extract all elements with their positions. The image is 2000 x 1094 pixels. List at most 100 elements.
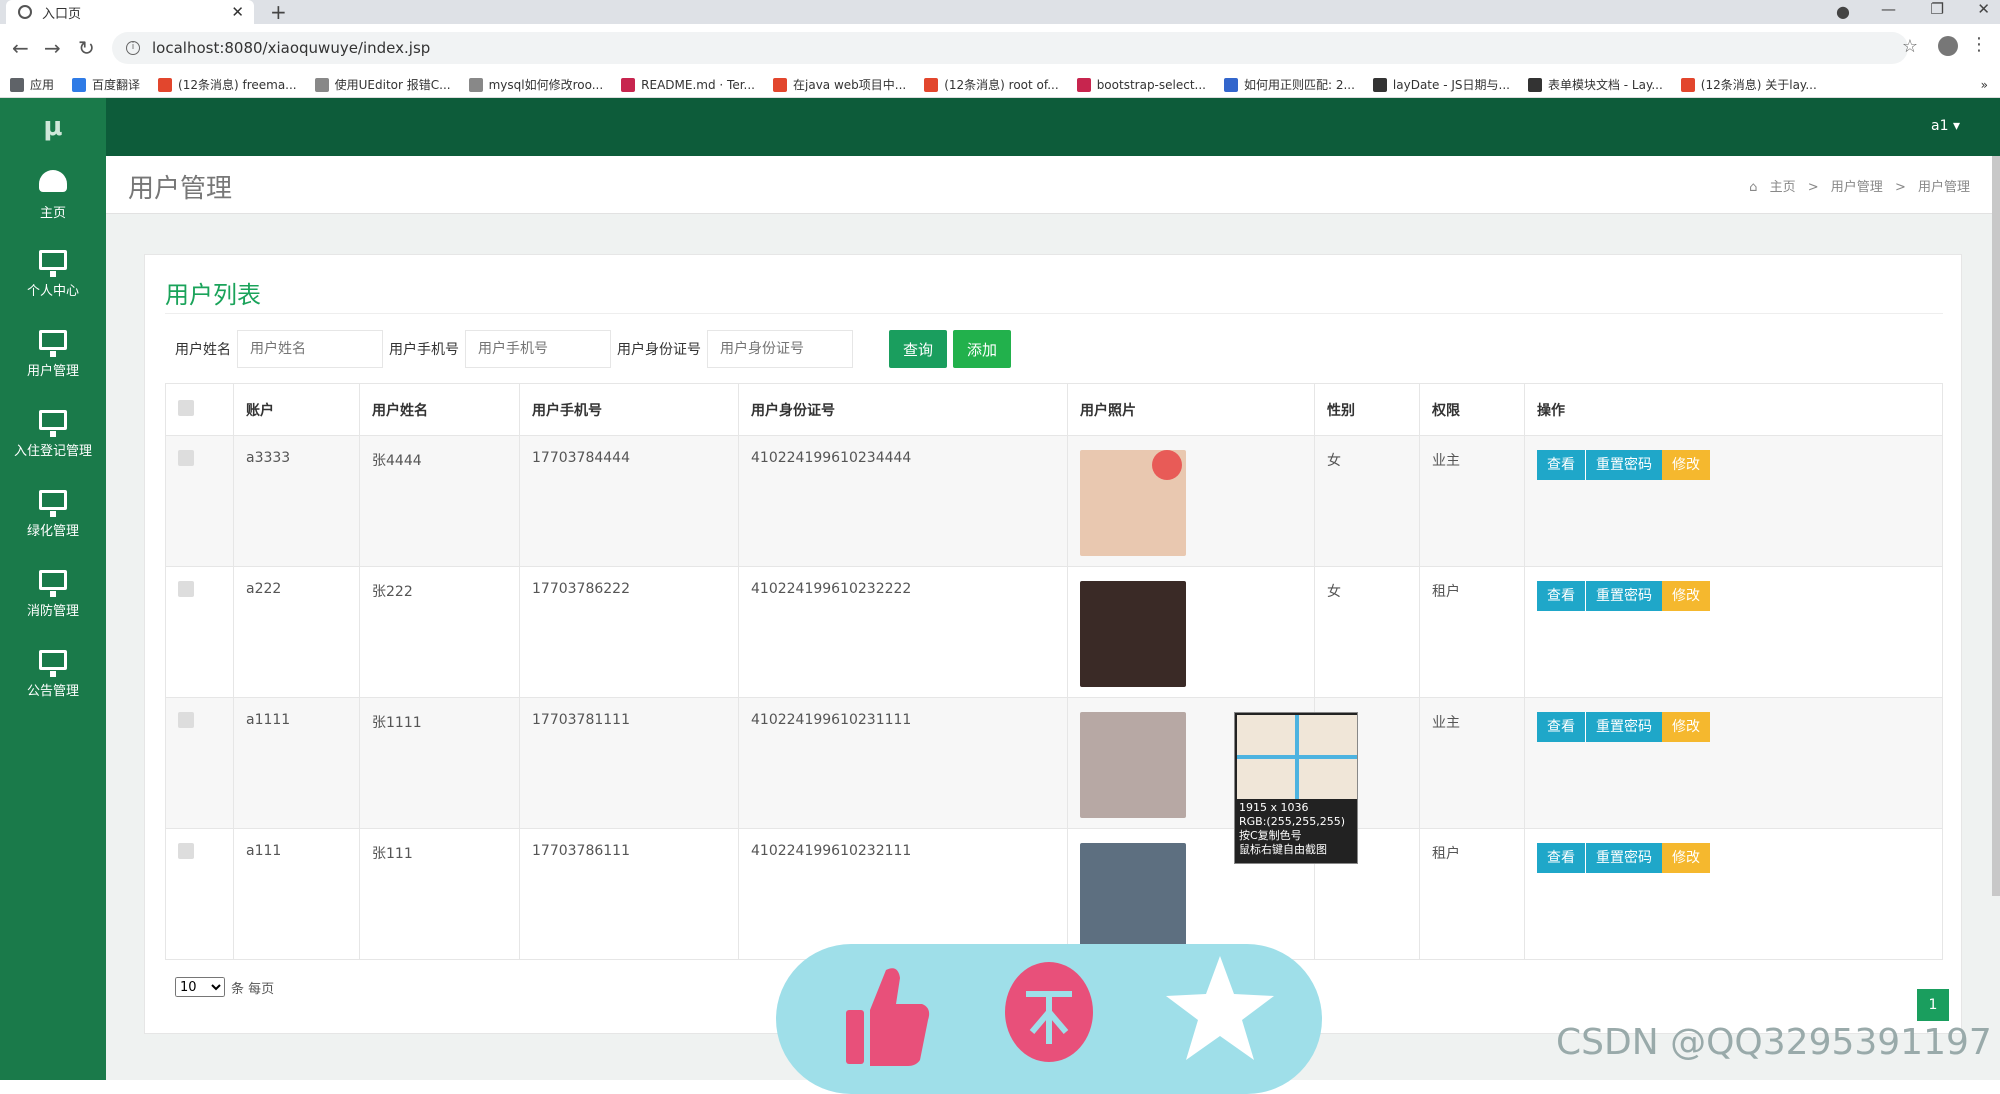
cursor-highlight — [1152, 450, 1182, 480]
sidebar-item[interactable]: 公告管理 — [0, 636, 106, 716]
phone-search-input[interactable] — [465, 330, 611, 368]
back-button[interactable]: ← — [12, 36, 29, 60]
edit-button[interactable]: 修改 — [1662, 581, 1710, 611]
coin-icon[interactable] — [1004, 960, 1094, 1064]
idno-label: 用户身份证号 — [617, 342, 701, 358]
minimize-button[interactable]: — — [1881, 0, 1896, 18]
bookmark-label: 如何用正则匹配: 2... — [1243, 78, 1355, 92]
view-button[interactable]: 查看 — [1537, 843, 1585, 873]
view-button[interactable]: 查看 — [1537, 581, 1585, 611]
favicon-icon — [158, 77, 173, 92]
sidebar-item[interactable]: 入住登记管理 — [0, 396, 106, 476]
actions-cell: 查看 重置密码 修改 — [1524, 697, 1943, 829]
new-tab-button[interactable]: + — [270, 0, 287, 24]
user-photo — [1080, 712, 1186, 818]
bookmark-item[interactable]: layDate - JS日期与... — [1372, 76, 1510, 93]
app-logo[interactable]: μ — [0, 98, 106, 156]
add-button[interactable]: 添加 — [953, 330, 1012, 368]
breadcrumb-home[interactable]: 主页 — [1770, 180, 1796, 195]
bookmark-item[interactable]: bootstrap-select... — [1076, 77, 1206, 92]
sidebar-item[interactable]: 用户管理 — [0, 316, 106, 396]
row-actions: 查看 重置密码 修改 — [1537, 581, 1930, 611]
reload-button[interactable]: ↻ — [78, 36, 95, 60]
favicon-icon — [1372, 77, 1387, 92]
breadcrumb-user-mgmt[interactable]: 用户管理 — [1831, 180, 1883, 195]
bookmark-item[interactable]: 如何用正则匹配: 2... — [1223, 76, 1355, 93]
row-checkbox[interactable] — [178, 581, 194, 597]
reset-password-button[interactable]: 重置密码 — [1585, 450, 1662, 480]
sidebar-item[interactable]: 主页 — [0, 156, 106, 236]
bookmark-item[interactable]: (12条消息) root of... — [924, 76, 1059, 93]
bookmark-label: bootstrap-select... — [1096, 77, 1206, 92]
top-navbar: a1 ▾ — [106, 98, 2000, 156]
browser-tab[interactable]: 入口页 ✕ — [6, 0, 254, 24]
favicon-icon — [1527, 77, 1542, 92]
bookmark-item[interactable]: 百度翻译 — [72, 76, 140, 93]
favorite-star-icon[interactable] — [1160, 950, 1280, 1070]
column-header: 权限 — [1419, 383, 1525, 436]
role-cell: 业主 — [1419, 697, 1525, 829]
checkbox-cell — [165, 697, 234, 829]
bookmark-item[interactable]: 表单模块文档 - Lay... — [1527, 76, 1663, 93]
url-field[interactable]: i localhost:8080/xiaoquwuye/index.jsp — [112, 32, 1908, 64]
tip-screenshot: 鼠标右键自由截图 — [1239, 843, 1327, 856]
account-icon[interactable] — [1938, 36, 1958, 56]
account-cell: a222 — [233, 566, 360, 698]
select-all-checkbox[interactable] — [178, 399, 194, 416]
user-menu[interactable]: a1 ▾ — [1931, 118, 1960, 134]
bookmark-label: 应用 — [30, 78, 55, 92]
tab-close-icon[interactable]: ✕ — [231, 3, 244, 21]
bookmark-item[interactable]: (12条消息) 关于lay... — [1680, 76, 1817, 93]
bookmark-label: 表单模块文档 - Lay... — [1547, 78, 1663, 92]
bookmark-item[interactable]: mysql如何修改roo... — [468, 76, 603, 93]
name-search-input[interactable] — [237, 330, 383, 368]
edit-button[interactable]: 修改 — [1662, 450, 1710, 480]
view-button[interactable]: 查看 — [1537, 712, 1585, 742]
site-info-icon[interactable]: i — [126, 41, 140, 55]
forward-button[interactable]: → — [44, 36, 61, 60]
bookmark-item[interactable]: 使用UEditor 报错C... — [314, 76, 451, 93]
bookmark-item[interactable]: 在java web项目中... — [773, 76, 906, 93]
query-button[interactable]: 查询 — [889, 330, 948, 368]
reset-password-button[interactable]: 重置密码 — [1585, 712, 1662, 742]
page-number-button[interactable]: 1 — [1917, 989, 1949, 1021]
sidebar-item[interactable]: 绿化管理 — [0, 476, 106, 556]
row-checkbox[interactable] — [178, 843, 194, 859]
maximize-button[interactable]: ❐ — [1931, 0, 1944, 18]
edit-button[interactable]: 修改 — [1662, 712, 1710, 742]
row-checkbox[interactable] — [178, 712, 194, 728]
sidebar-item-label: 主页 — [39, 206, 66, 221]
role-cell: 业主 — [1419, 435, 1525, 567]
bookmark-star-icon[interactable]: ☆ — [1902, 36, 1918, 57]
window-close-button[interactable]: ✕ — [1977, 0, 1990, 18]
page-size-suffix: 条 每页 — [231, 981, 275, 997]
sidebar-item[interactable]: 个人中心 — [0, 236, 106, 316]
tip-size: 1915 x 1036 — [1239, 801, 1309, 814]
reset-password-button[interactable]: 重置密码 — [1585, 581, 1662, 611]
page-size-select[interactable]: 10 — [175, 977, 225, 997]
browser-menu-icon[interactable]: ⋮ — [1970, 34, 1988, 55]
page-scrollbar[interactable] — [1992, 156, 2000, 896]
reset-password-button[interactable]: 重置密码 — [1585, 843, 1662, 873]
bookmark-item[interactable]: README.md · Ter... — [621, 77, 755, 92]
row-actions: 查看 重置密码 修改 — [1537, 712, 1930, 742]
user-list-panel: 用户列表 用户姓名 用户手机号 用户身份证号 查询 添加 账户 用户姓名 用户手… — [144, 254, 1962, 1034]
sidebar-item[interactable]: 消防管理 — [0, 556, 106, 636]
column-header: 用户身份证号 — [738, 383, 1068, 436]
edit-button[interactable]: 修改 — [1662, 843, 1710, 873]
role-cell: 租户 — [1419, 828, 1525, 960]
row-checkbox[interactable] — [178, 450, 194, 466]
view-button[interactable]: 查看 — [1537, 450, 1585, 480]
idno-search-input[interactable] — [707, 330, 853, 368]
bookmarks-overflow-button[interactable]: » — [1981, 78, 1988, 92]
bookmark-item[interactable]: (12条消息) freema... — [158, 76, 297, 93]
breadcrumb-separator: > — [1894, 180, 1906, 195]
select-all-cell — [165, 383, 234, 436]
bookmark-item[interactable]: 应用 — [10, 76, 54, 93]
sidebar-item-label: 入住登记管理 — [13, 444, 92, 459]
favicon-icon — [773, 77, 787, 92]
favicon-icon — [621, 77, 636, 92]
thumbs-up-icon[interactable] — [846, 964, 930, 1068]
breadcrumb-current: 用户管理 — [1917, 180, 1970, 195]
profile-icon[interactable]: ● — [1836, 2, 1850, 21]
